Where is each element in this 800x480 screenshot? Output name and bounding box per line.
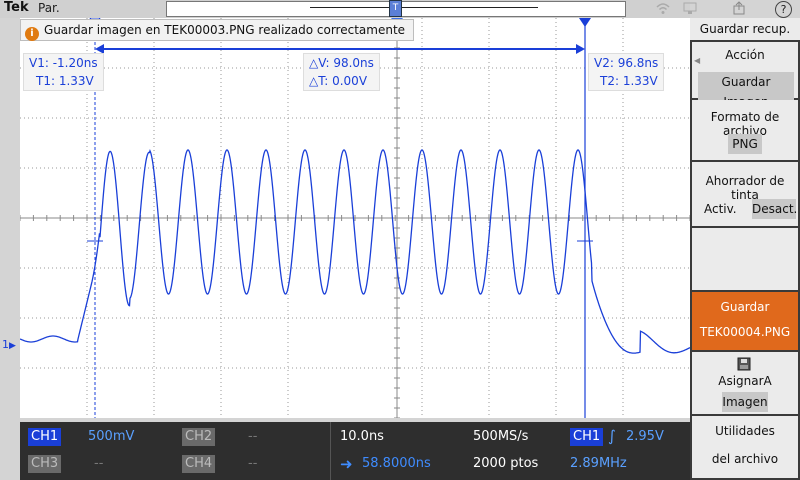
save-disk-icon [736,356,752,371]
ink-saver-off-option[interactable]: Desact. [752,199,797,219]
ch4-scale: -- [248,456,258,471]
cursor-2-time: V2: 96.8ns [594,56,659,70]
cursor-2-voltage: T2: 1.33V [600,74,658,88]
ink-saver-on-option[interactable]: Activ. [704,199,737,219]
cursor-delta-voltage: △T: 0.00V [309,74,368,88]
save-filename: TEK00004.PNG [699,325,791,339]
ink-saver-menu-item[interactable]: Ahorrador de tinta Activ. Desact. [692,162,798,226]
delta-arrow-right-head [576,44,585,54]
trigger-source-badge[interactable]: CH1 [570,428,604,446]
horizontal-position[interactable]: 58.8000ns [362,455,431,473]
trigger-level: 2.95V [626,429,664,444]
acquisition-mode: Par. [38,1,60,15]
network-icon [682,1,698,16]
record-length: 2000 ptos [473,456,539,471]
tek-logo: Tek [4,0,29,15]
format-value[interactable]: PNG [728,134,762,154]
cursor-1-readout: V1: -1.20ns T1: 1.33V [23,53,104,91]
action-label: Acción [725,48,765,62]
assign-menu-item[interactable]: AsignarA Imagen [692,352,798,414]
status-divider [330,422,331,480]
ch1-ground-label: 1 [2,338,9,351]
ch1-badge[interactable]: CH1 [28,428,62,446]
ink-saver-label: Ahorrador de tinta [705,174,785,202]
cursor-2-top-marker [579,18,591,27]
menu-left-arrow-icon: ◀ [694,56,701,65]
record-window-line [310,7,538,8]
wifi-icon [655,1,671,16]
info-icon: i [25,27,39,41]
cursor-2-readout: V2: 96.8ns T2: 1.33V [588,53,665,91]
format-menu-item[interactable]: Formato de archivo PNG [692,100,798,160]
file-utilities-button[interactable]: Utilidades del archivo [692,416,798,478]
menu-empty-slot [692,228,798,290]
save-confirmation-message: i Guardar imagen en TEK00003.PNG realizad… [20,19,415,41]
cursor-delta-readout: △V: 98.0ns △T: 0.00V [303,53,380,91]
ch1-waveform-trace [20,149,690,354]
ch1-ground-arrow-icon: ▶ [9,341,16,351]
cursor-1-time: V1: -1.20ns [29,56,98,70]
save-button[interactable]: Guardar TEK00004.PNG [692,292,798,350]
menu-title: Guardar recup. [690,18,800,40]
action-menu-item[interactable]: Acción Guardar Imagen ◀ [692,42,798,112]
file-utilities-line2: del archivo [711,452,779,466]
trigger-frequency: 2.89MHz [570,456,627,471]
position-arrow-icon: ➜ [340,455,353,473]
file-utilities-line1: Utilidades [715,424,775,438]
ch1-scale: 500mV [88,429,135,444]
assign-label: AsignarA [718,374,772,388]
ch3-scale: -- [94,456,104,471]
ch4-badge[interactable]: CH4 [182,455,216,473]
message-text: Guardar imagen en TEK00003.PNG realizado… [44,23,406,37]
rising-edge-icon: ∫ [608,427,616,445]
usb-icon [731,1,747,16]
sample-rate: 500MS/s [473,429,529,444]
ch2-badge[interactable]: CH2 [182,428,216,446]
cursor-1-voltage: T1: 1.33V [36,74,94,88]
assign-value[interactable]: Imagen [722,392,768,412]
trigger-position-marker[interactable]: T [389,0,402,17]
ch3-badge[interactable]: CH3 [28,455,62,473]
timebase-scale[interactable]: 10.0ns [340,428,384,446]
bottom-status-bar: CH1 500mV CH2 -- CH3 -- CH4 -- 10.0ns ➜ … [20,422,690,480]
ch1-ground-marker[interactable]: 1▶ [2,338,16,351]
save-button-label: Guardar [720,300,770,314]
ch2-scale: -- [248,429,258,444]
help-icon[interactable]: ? [775,1,792,18]
cursor-delta-time: △V: 98.0ns [309,56,374,70]
